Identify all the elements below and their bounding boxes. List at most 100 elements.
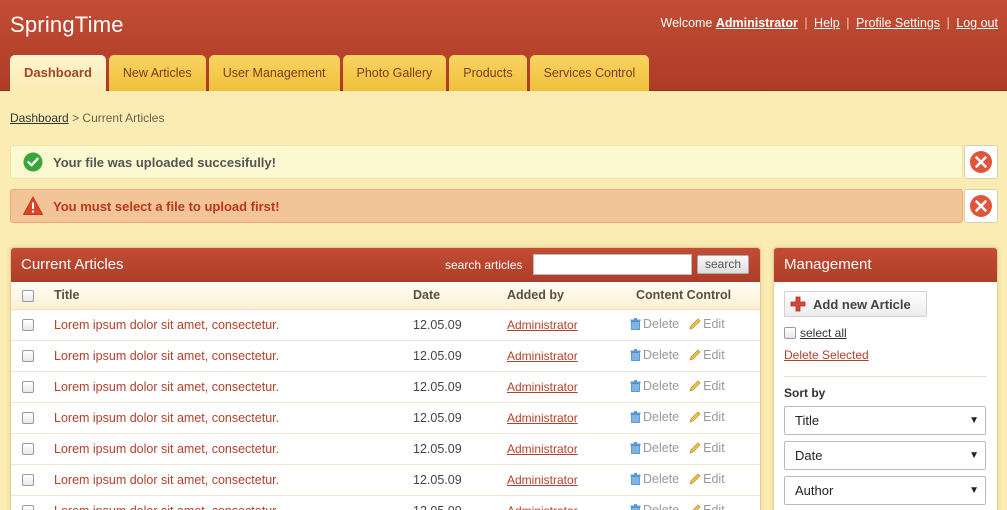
delete-action[interactable]: Delete — [630, 441, 679, 455]
logout-link[interactable]: Log out — [956, 16, 998, 30]
article-author-link[interactable]: Administrator — [507, 349, 578, 363]
edit-action[interactable]: Edit — [689, 472, 725, 486]
row-checkbox-cell — [11, 309, 54, 341]
trash-icon — [630, 410, 641, 426]
app-logo[interactable]: SpringTime — [10, 12, 124, 38]
edit-action[interactable]: Edit — [689, 379, 725, 393]
row-checkbox-cell — [11, 402, 54, 434]
delete-action[interactable]: Delete — [630, 379, 679, 393]
edit-action[interactable]: Edit — [689, 348, 725, 362]
article-date: 12.05.09 — [413, 402, 507, 434]
table-row: Lorem ipsum dolor sit amet, consectetur.… — [11, 340, 760, 372]
row-checkbox[interactable] — [22, 319, 34, 332]
welcome-text: Welcome — [660, 16, 713, 30]
edit-label: Edit — [703, 502, 725, 510]
add-new-article-button[interactable]: Add new Article — [784, 291, 927, 317]
article-author-link[interactable]: Administrator — [507, 442, 578, 456]
sort-select-value: Author — [795, 483, 834, 498]
tab-products[interactable]: Products — [449, 55, 527, 91]
pencil-icon — [689, 411, 701, 426]
tab-dashboard[interactable]: Dashboard — [10, 55, 106, 91]
article-title[interactable]: Lorem ipsum dolor sit amet, consectetur. — [54, 340, 413, 372]
success-notice: Your file was uploaded succesifully! — [10, 145, 963, 179]
sort-select-value: Title — [795, 413, 820, 428]
sort-select-date[interactable]: Date ▼ — [784, 441, 986, 470]
profile-settings-link[interactable]: Profile Settings — [856, 16, 940, 30]
article-author-link[interactable]: Administrator — [507, 473, 578, 487]
close-error-button[interactable] — [964, 189, 998, 223]
article-title[interactable]: Lorem ipsum dolor sit amet, consectetur. — [54, 433, 413, 465]
articles-panel-header: Current Articles search articles search — [11, 248, 760, 282]
delete-label: Delete — [643, 409, 680, 424]
row-checkbox[interactable] — [22, 412, 34, 425]
article-title[interactable]: Lorem ipsum dolor sit amet, consectetur. — [54, 402, 413, 434]
tab-photo-gallery[interactable]: Photo Gallery — [342, 55, 447, 91]
tab-services-control[interactable]: Services Control — [529, 55, 650, 91]
breadcrumb-dashboard-link[interactable]: Dashboard — [10, 111, 69, 125]
article-author-link[interactable]: Administrator — [507, 380, 578, 394]
select-all-checkbox[interactable] — [22, 289, 34, 302]
select-all-checkbox-mgmt[interactable] — [784, 327, 796, 339]
edit-label: Edit — [703, 440, 725, 455]
article-title[interactable]: Lorem ipsum dolor sit amet, consectetur. — [54, 464, 413, 496]
pencil-icon — [689, 380, 701, 395]
select-all-link[interactable]: select all — [800, 326, 847, 340]
row-checkbox[interactable] — [22, 381, 34, 394]
article-title[interactable]: Lorem ipsum dolor sit amet, consectetur. — [54, 309, 413, 341]
header: SpringTime Welcome Administrator | Help … — [0, 0, 1007, 91]
current-articles-panel: Current Articles search articles search … — [10, 247, 761, 510]
edit-action[interactable]: Edit — [689, 503, 725, 510]
row-checkbox[interactable] — [22, 350, 34, 363]
edit-action[interactable]: Edit — [689, 410, 725, 424]
delete-action[interactable]: Delete — [630, 348, 679, 362]
help-link[interactable]: Help — [814, 16, 840, 30]
sort-by-label: Sort by — [784, 386, 826, 400]
row-checkbox[interactable] — [22, 505, 34, 510]
header-checkbox-cell — [11, 282, 54, 310]
column-title[interactable]: Title — [54, 282, 413, 310]
dropdown-arrow-icon: ▼ — [969, 450, 979, 461]
row-checkbox-cell — [11, 340, 54, 372]
separator: | — [804, 16, 808, 30]
error-notice: You must select a file to upload first! — [10, 189, 963, 223]
column-date[interactable]: Date — [413, 282, 507, 310]
search-button[interactable]: search — [697, 255, 749, 274]
article-author-link[interactable]: Administrator — [507, 411, 578, 425]
dropdown-arrow-icon: ▼ — [969, 415, 979, 426]
username-link[interactable]: Administrator — [716, 16, 798, 30]
management-panel-title: Management — [784, 256, 872, 273]
sort-select-title[interactable]: Title ▼ — [784, 406, 986, 435]
article-author-link[interactable]: Administrator — [507, 504, 578, 510]
content-control-cell: Delete Edit — [630, 495, 760, 510]
article-title[interactable]: Lorem ipsum dolor sit amet, consectetur. — [54, 495, 413, 510]
row-checkbox-cell — [11, 464, 54, 496]
article-date: 12.05.09 — [413, 340, 507, 372]
pencil-icon — [689, 442, 701, 457]
table-row: Lorem ipsum dolor sit amet, consectetur.… — [11, 495, 760, 510]
row-checkbox[interactable] — [22, 443, 34, 456]
main-nav-tabs: Dashboard New Articles User Management P… — [10, 55, 652, 91]
edit-action[interactable]: Edit — [689, 441, 725, 455]
article-author-cell: Administrator — [507, 433, 636, 465]
row-checkbox[interactable] — [22, 474, 34, 487]
delete-selected-link[interactable]: Delete Selected — [784, 348, 987, 362]
delete-action[interactable]: Delete — [630, 503, 679, 510]
article-author-link[interactable]: Administrator — [507, 318, 578, 332]
close-success-button[interactable] — [964, 145, 998, 179]
delete-action[interactable]: Delete — [630, 317, 679, 331]
column-added-by[interactable]: Added by — [507, 282, 636, 310]
edit-action[interactable]: Edit — [689, 317, 725, 331]
articles-panel-title: Current Articles — [21, 256, 124, 273]
column-content-control: Content Control — [636, 282, 760, 310]
sort-select-author[interactable]: Author ▼ — [784, 476, 986, 505]
article-title[interactable]: Lorem ipsum dolor sit amet, consectetur. — [54, 371, 413, 403]
article-author-cell: Administrator — [507, 371, 636, 403]
tab-user-management[interactable]: User Management — [208, 55, 340, 91]
tab-new-articles[interactable]: New Articles — [108, 55, 206, 91]
articles-table: Title Date Added by Content Control Lore… — [11, 282, 760, 510]
delete-label: Delete — [643, 502, 680, 510]
search-input[interactable] — [533, 254, 692, 275]
delete-action[interactable]: Delete — [630, 410, 679, 424]
article-date: 12.05.09 — [413, 371, 507, 403]
delete-action[interactable]: Delete — [630, 472, 679, 486]
